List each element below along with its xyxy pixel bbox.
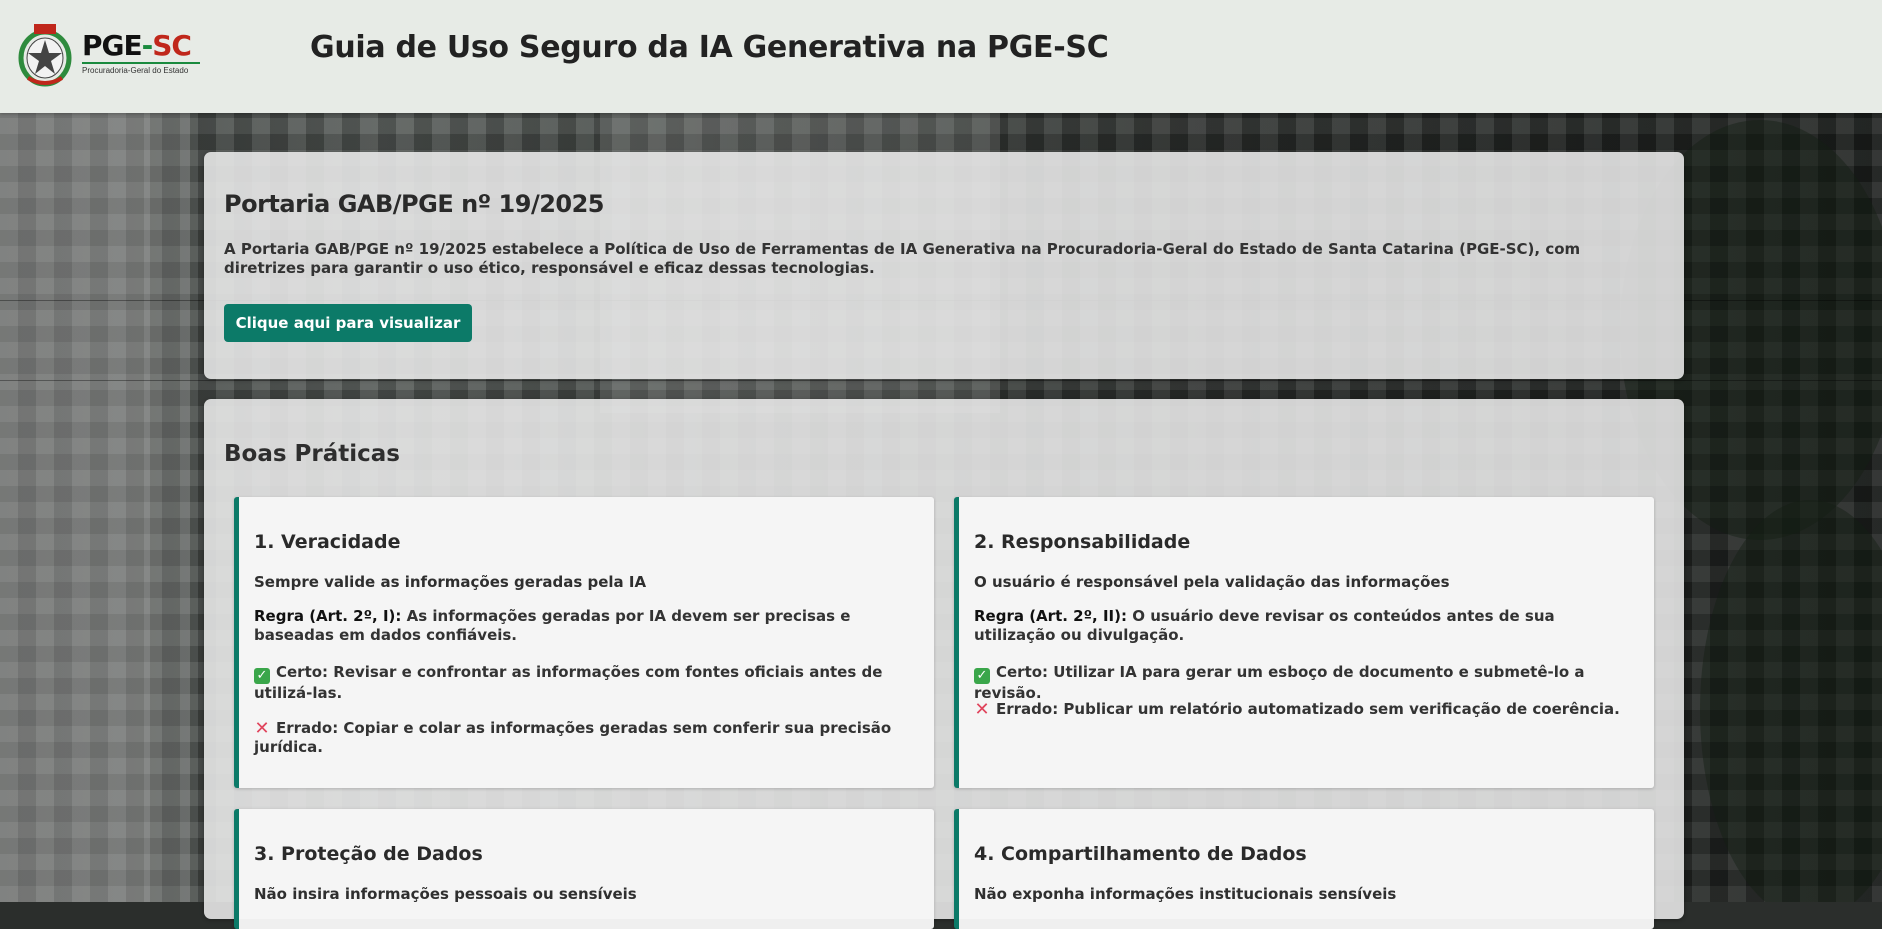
logo-divider [82,62,200,64]
practice-card-protecao-dados: 3. Proteção de Dados Não insira informaç… [234,809,934,929]
wrong-text: Errado: Publicar um relatório automatiza… [996,700,1620,718]
page-title: Guia de Uso Seguro da IA Generativa na P… [310,30,1109,65]
wrong-example: ✕ Errado: Publicar um relatório automatiz… [974,700,1639,719]
portaria-panel: Portaria GAB/PGE nº 19/2025 A Portaria G… [204,152,1684,379]
correct-text: Certo: Utilizar IA para gerar um esboço … [974,663,1585,702]
logo-wordmark: PGE-SC [82,29,192,62]
card-title: 1. Veracidade [254,531,401,553]
site-header: PGE-SC Procuradoria-Geral do Estado Guia… [0,0,1882,113]
practice-card-responsabilidade: 2. Responsabilidade O usuário é responsá… [954,497,1654,788]
card-subtitle: O usuário é responsável pela validação d… [974,573,1450,591]
wrong-example: ✕ Errado: Copiar e colar as informações g… [254,719,919,757]
correct-text: Certo: Revisar e confrontar as informaçõ… [254,663,883,702]
wrong-text: Errado: Copiar e colar as informações ge… [254,719,892,756]
logo-subtitle: Procuradoria-Geral do Estado [82,66,189,75]
card-title: 2. Responsabilidade [974,531,1191,553]
card-subtitle: Não insira informações pessoais ou sensí… [254,885,637,903]
card-rule: Regra (Art. 2º, I): As informações gerad… [254,607,919,645]
boas-praticas-title: Boas Práticas [224,441,400,467]
correct-example: ✓ Certo: Revisar e confrontar as informaç… [254,663,919,703]
check-icon: ✓ [974,668,990,684]
cross-icon: ✕ [974,699,990,720]
correct-example: ✓ Certo: Utilizar IA para gerar um esboço… [974,663,1639,703]
practice-card-compartilhamento-dados: 4. Compartilhamento de Dados Não exponha… [954,809,1654,929]
card-subtitle: Não exponha informações institucionais s… [974,885,1397,903]
portaria-title: Portaria GAB/PGE nº 19/2025 [224,190,605,218]
check-icon: ✓ [254,668,270,684]
card-subtitle: Sempre valide as informações geradas pel… [254,573,647,591]
view-portaria-button[interactable]: Clique aqui para visualizar [224,304,472,342]
practice-card-veracidade: 1. Veracidade Sempre valide as informaçõ… [234,497,934,788]
cross-icon: ✕ [254,718,270,739]
card-title: 3. Proteção de Dados [254,843,483,865]
card-rule: Regra (Art. 2º, II): O usuário deve revi… [974,607,1639,645]
rule-label: Regra (Art. 2º, II): [974,607,1127,625]
card-title: 4. Compartilhamento de Dados [974,843,1307,865]
state-crest-icon [14,18,76,88]
portaria-description: A Portaria GAB/PGE nº 19/2025 estabelece… [224,240,1581,277]
rule-label: Regra (Art. 2º, I): [254,607,402,625]
pge-sc-logo[interactable]: PGE-SC Procuradoria-Geral do Estado [14,18,204,88]
